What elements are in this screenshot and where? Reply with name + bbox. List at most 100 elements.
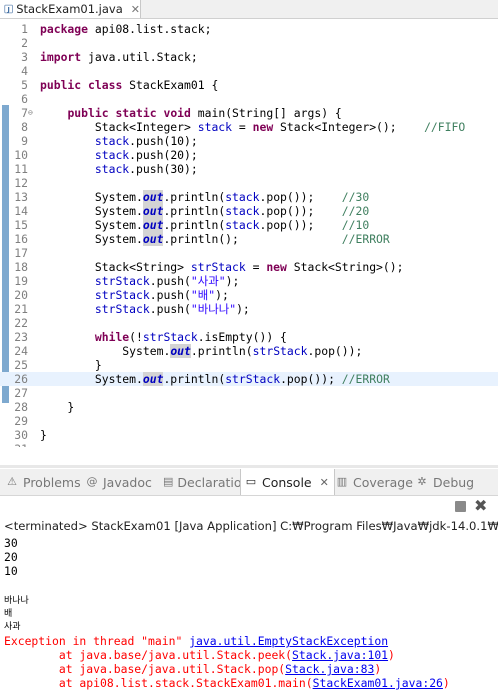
code-text: public static void main(String[] args) {: [40, 106, 341, 120]
code-line[interactable]: 3 import java.util.Stack;: [0, 50, 498, 64]
stacktrace-link[interactable]: Stack.java:101: [292, 648, 388, 662]
remove-launch-icon[interactable]: ✖: [474, 496, 487, 516]
close-icon[interactable]: ✕: [131, 3, 140, 16]
code-text: stack.push(30);: [40, 162, 198, 176]
line-number: 27: [14, 386, 28, 400]
pane-divider[interactable]: [0, 465, 498, 468]
code-token: //30: [341, 190, 370, 204]
code-line[interactable]: 7 ⊖ public static void main(String[] args…: [0, 106, 498, 120]
line-number: 17: [14, 246, 28, 260]
console-text: at api08.list.stack.StackExam01.main(: [4, 676, 313, 690]
code-token: Stack<Integer>: [40, 120, 198, 134]
code-token: System.: [40, 372, 143, 386]
console-text: at java.base/java.util.Stack.pop(: [4, 662, 286, 676]
code-line[interactable]: 31: [0, 442, 498, 447]
tab-problems[interactable]: ⚠ Problems: [2, 469, 83, 495]
code-token: .println(: [190, 344, 253, 358]
terminate-icon[interactable]: [455, 501, 466, 512]
line-number: 4: [21, 64, 28, 78]
code-line[interactable]: 17: [0, 246, 498, 260]
code-line[interactable]: 1 package api08.list.stack;: [0, 22, 498, 36]
stacktrace-link[interactable]: Stack.java:83: [285, 662, 374, 676]
code-token: stack: [197, 120, 233, 134]
code-token: .println(: [163, 204, 226, 218]
console-line: 20: [4, 550, 18, 564]
code-line[interactable]: 10 stack.push(20);: [0, 148, 498, 162]
code-token: );: [215, 288, 229, 302]
code-text: strStack.push("배");: [40, 288, 229, 302]
code-line[interactable]: 25 }: [0, 358, 498, 372]
console-line: at api08.list.stack.StackExam01.main(Sta…: [4, 676, 450, 690]
stacktrace-link[interactable]: java.util.EmptyStackException: [189, 634, 388, 648]
code-token: .push(20);: [129, 148, 198, 162]
fold-toggle-icon[interactable]: ⊖: [28, 106, 33, 120]
console-text: 20: [4, 550, 18, 564]
code-token: );: [236, 302, 250, 316]
code-line[interactable]: 26 System.out.println(strStack.pop()); /…: [0, 372, 498, 386]
console-line: 배: [4, 607, 12, 621]
code-line[interactable]: 19 strStack.push("사과");: [0, 274, 498, 288]
line-number: 1: [21, 22, 28, 36]
close-icon[interactable]: ✕: [320, 476, 329, 489]
code-line[interactable]: 27: [0, 386, 498, 400]
code-line[interactable]: 18 Stack<String> strStack = new Stack<St…: [0, 260, 498, 274]
console-line: at java.base/java.util.Stack.pop(Stack.j…: [4, 662, 381, 676]
code-text: System.out.println(strStack.pop());: [40, 344, 362, 358]
code-line[interactable]: 20 strStack.push("배");: [0, 288, 498, 302]
code-line[interactable]: 11 stack.push(30);: [0, 162, 498, 176]
code-token: StackExam01 {: [122, 78, 219, 92]
code-token: }: [40, 428, 47, 442]
code-token: }: [40, 358, 102, 372]
code-token: class: [88, 78, 123, 92]
code-text: }: [40, 400, 74, 414]
tab-debug[interactable]: ✲ Debug: [412, 469, 495, 495]
code-line[interactable]: 30}: [0, 428, 498, 442]
line-number: 13: [14, 190, 28, 204]
code-line[interactable]: 28 }: [0, 400, 498, 414]
line-number: 21: [14, 302, 28, 316]
tab-javadoc[interactable]: @ Javadoc: [82, 469, 161, 495]
code-line[interactable]: 6: [0, 92, 498, 106]
editor-tab-stackexam01[interactable]: J StackExam01.java ✕: [0, 0, 141, 18]
code-line[interactable]: 9 stack.push(10);: [0, 134, 498, 148]
code-line[interactable]: 2: [0, 36, 498, 50]
console-output[interactable]: 30 20 10 바나나 배 사과 Exception in thread "main" j…: [4, 536, 498, 698]
tab-declaration[interactable]: ▤ Declaration: [160, 469, 249, 495]
code-line[interactable]: 24 System.out.println(strStack.pop());: [0, 344, 498, 358]
code-line[interactable]: 29: [0, 414, 498, 428]
tab-label: Declaration: [177, 474, 250, 490]
code-token: //ERROR: [341, 232, 390, 246]
code-token: }: [40, 400, 75, 414]
code-line[interactable]: 4: [0, 64, 498, 78]
code-line[interactable]: 12: [0, 176, 498, 190]
code-token: "사과": [190, 274, 226, 288]
code-line[interactable]: 16 System.out.println(); //ERROR: [0, 232, 498, 246]
code-line[interactable]: 23 while(!strStack.isEmpty()) {: [0, 330, 498, 344]
code-text: stack.push(10);: [40, 134, 198, 148]
console-status: <terminated> StackExam01 [Java Applicati…: [4, 519, 498, 533]
code-token: while: [94, 330, 130, 344]
code-line[interactable]: 22: [0, 316, 498, 330]
line-number: 9: [21, 134, 28, 148]
line-number: 3: [21, 50, 28, 64]
tab-console[interactable]: ▭ Console ✕: [240, 469, 335, 495]
code-token: Stack<String>: [40, 260, 191, 274]
code-editor[interactable]: 1 package api08.list.stack; 2 3 import java.…: [0, 19, 498, 447]
code-line[interactable]: 8 Stack<Integer> stack = new Stack<Integ…: [0, 120, 498, 134]
code-line[interactable]: 15 System.out.println(stack.pop()); //10: [0, 218, 498, 232]
line-number: 22: [14, 316, 28, 330]
line-number: 5: [21, 78, 28, 92]
editor-tab-bar: J StackExam01.java ✕: [0, 0, 498, 19]
code-line[interactable]: 13 System.out.println(stack.pop()); //30: [0, 190, 498, 204]
tab-coverage[interactable]: ▥ Coverage: [332, 469, 413, 495]
code-line[interactable]: 21 strStack.push("바나나");: [0, 302, 498, 316]
code-text: System.out.println(stack.pop()); //20: [40, 204, 369, 218]
code-token: new: [252, 120, 274, 134]
code-line[interactable]: 5 public class StackExam01 {: [0, 78, 498, 92]
line-number: 19: [14, 274, 28, 288]
svg-text:J: J: [6, 7, 9, 14]
code-token: =: [232, 120, 253, 134]
code-line[interactable]: 14 System.out.println(stack.pop()); //20: [0, 204, 498, 218]
line-number: 30: [14, 428, 28, 442]
stacktrace-link[interactable]: StackExam01.java:26: [313, 676, 443, 690]
